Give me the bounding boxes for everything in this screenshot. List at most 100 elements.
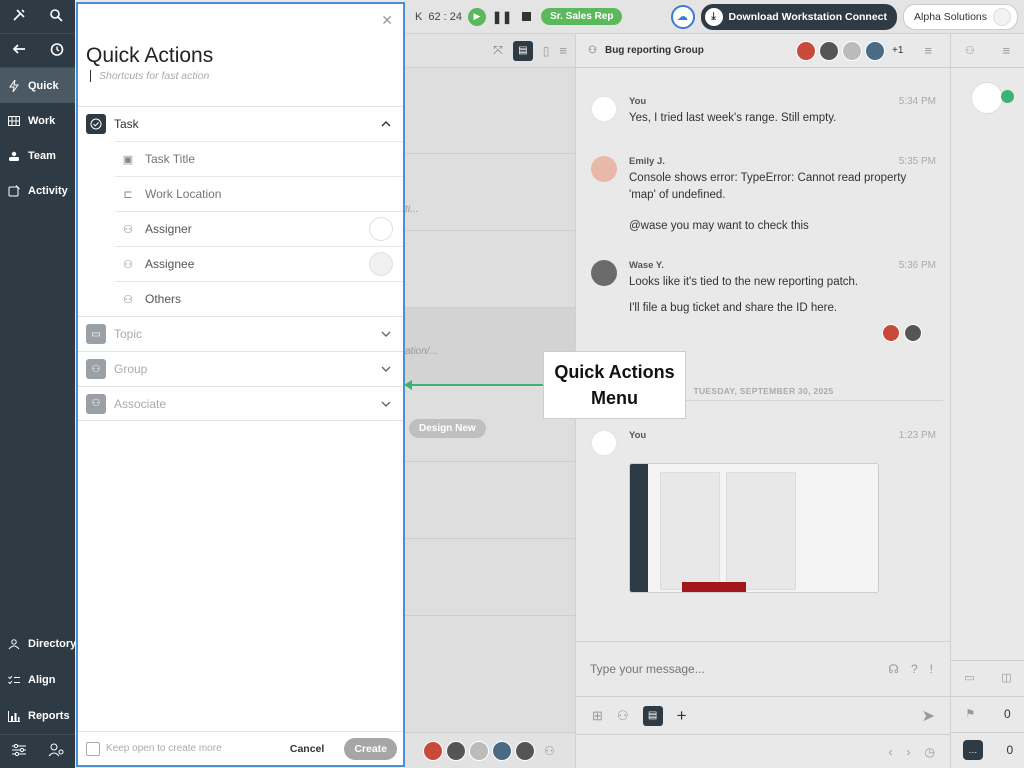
cloud-sync-icon[interactable]: ☁ [670, 4, 695, 29]
download-icon: ⤓ [704, 7, 723, 26]
user-settings-icon[interactable] [48, 743, 64, 760]
org-logo-icon[interactable] [971, 82, 1003, 114]
assignee-icon: ⚇ [123, 258, 133, 271]
org-switcher[interactable]: Alpha Solutions [903, 3, 1018, 30]
menu-icon[interactable]: ≡ [924, 43, 932, 58]
message-input[interactable] [590, 661, 860, 676]
assigner-field[interactable]: ⚇ Assigner [115, 211, 403, 246]
list-item[interactable] [405, 462, 575, 539]
rail-chat-row: … 0 [951, 732, 1024, 766]
others-field[interactable]: ⚇ Others [115, 281, 403, 316]
associate-icon: ⚇ [86, 393, 106, 414]
history-icon[interactable] [49, 42, 64, 60]
next-icon[interactable]: › [907, 745, 911, 759]
chevron-down-icon[interactable] [381, 328, 403, 340]
message-text: Console shows error: TypeError: Cannot r… [629, 172, 907, 201]
section-topic[interactable]: ▭ Topic [78, 316, 403, 351]
left-nav: Quick Work Team Activity Directory Align… [0, 0, 76, 768]
prev-icon[interactable]: ‹ [889, 745, 893, 759]
picture-in-picture-icon[interactable]: ◫ [1001, 671, 1011, 684]
more-members-count[interactable]: +1 [892, 45, 903, 56]
section-label: Topic [114, 327, 143, 341]
history-icon[interactable]: ◷ [925, 745, 935, 759]
tools-icon[interactable] [12, 8, 26, 25]
contacts-icon[interactable]: ⚇ [965, 44, 975, 57]
menu-icon[interactable]: ≡ [559, 43, 567, 58]
collapse-icon[interactable]: ⤧ [493, 43, 503, 58]
chat-view-icon[interactable]: ▤ [512, 40, 533, 61]
download-workstation-button[interactable]: ⤓ Download Workstation Connect [700, 3, 898, 30]
back-arrow-icon[interactable] [12, 42, 26, 59]
nav-item-align[interactable]: Align [0, 662, 75, 698]
assignee-field[interactable]: ⚇ Assignee [115, 246, 403, 281]
avatar[interactable] [492, 740, 512, 761]
create-button[interactable]: Create [344, 737, 397, 760]
add-person-icon[interactable]: ⚇ [617, 708, 629, 724]
send-icon[interactable]: ➤ [922, 706, 951, 726]
cancel-button[interactable]: Cancel [290, 743, 324, 755]
design-new-pill[interactable]: Design New [409, 419, 486, 438]
topbar-right: ☁ ⤓ Download Workstation Connect Alpha S… [670, 3, 1024, 30]
play-button[interactable]: ▶ [467, 7, 486, 26]
search-icon[interactable] [49, 8, 63, 25]
document-icon[interactable]: ▯ [543, 44, 550, 58]
chat-bubble-icon[interactable]: … [962, 739, 983, 760]
nav-item-directory[interactable]: Directory [0, 626, 76, 662]
add-icon[interactable]: + [677, 706, 687, 726]
close-icon[interactable]: ✕ [381, 12, 393, 29]
screen-icon[interactable]: ▭ [964, 671, 974, 684]
avatar[interactable] [423, 740, 443, 761]
stop-button[interactable] [522, 12, 532, 21]
menu-icon[interactable]: ≡ [1003, 43, 1011, 58]
checklist-icon [8, 674, 20, 686]
sender-name: You [629, 96, 647, 107]
assigner-avatar[interactable] [369, 217, 393, 241]
assignee-avatar[interactable] [369, 252, 393, 276]
chat-count: 0 [1006, 742, 1014, 757]
read-receipts [882, 324, 922, 342]
list-item[interactable] [405, 231, 575, 308]
avatar[interactable] [446, 740, 466, 761]
help-icon[interactable]: ? [911, 662, 918, 676]
role-badge[interactable]: Sr. Sales Rep [541, 8, 623, 25]
alert-icon[interactable]: ! [930, 662, 933, 676]
message-composer: ☊ ? ! [576, 641, 951, 695]
chevron-up-icon[interactable] [381, 118, 403, 130]
chat-message: Emily J. 5:35 PM Console shows error: Ty… [591, 156, 936, 246]
nav-item-team[interactable]: Team [0, 138, 75, 173]
section-associate[interactable]: ⚇ Associate [78, 386, 403, 421]
list-item[interactable]: ti... [405, 154, 575, 231]
avatar[interactable] [819, 40, 839, 61]
chat-message: Wase Y. 5:36 PM Looks like it's tied to … [591, 260, 936, 350]
list-item[interactable] [405, 539, 575, 616]
keep-open-checkbox[interactable] [86, 741, 100, 756]
list-item[interactable] [405, 68, 575, 154]
sliders-icon[interactable] [11, 743, 27, 760]
chevron-down-icon[interactable] [381, 398, 403, 410]
chevron-down-icon[interactable] [381, 363, 403, 375]
chat-mode-icon[interactable]: ▤ [642, 705, 663, 726]
section-task[interactable]: Task [78, 106, 403, 141]
members-icon[interactable]: ⚇ [544, 744, 555, 758]
avatar[interactable] [796, 40, 816, 61]
nav-item-work[interactable]: Work [0, 103, 75, 138]
avatar[interactable] [865, 40, 885, 61]
group-name[interactable]: Bug reporting Group [605, 45, 704, 56]
group-icon: ⚇ [86, 359, 106, 379]
nav-item-quick[interactable]: Quick [0, 68, 75, 103]
avatar[interactable] [469, 740, 489, 761]
avatar[interactable] [842, 40, 862, 61]
nav-item-reports[interactable]: Reports [0, 698, 75, 734]
avatar[interactable] [515, 740, 535, 761]
flag-icon[interactable]: ⚑ [965, 707, 975, 720]
nav-item-activity[interactable]: Activity [0, 173, 75, 208]
member-avatars: ⚇ [405, 732, 575, 768]
nav-item-label: Reports [28, 710, 70, 722]
layout-icon[interactable]: ⊞ [592, 708, 603, 724]
section-group[interactable]: ⚇ Group [78, 351, 403, 386]
work-location-input[interactable] [145, 187, 345, 201]
screenshot-attachment[interactable] [629, 463, 879, 593]
pause-button[interactable]: ❚❚ [492, 10, 512, 24]
task-title-input[interactable] [145, 152, 345, 166]
headset-icon[interactable]: ☊ [888, 662, 899, 676]
